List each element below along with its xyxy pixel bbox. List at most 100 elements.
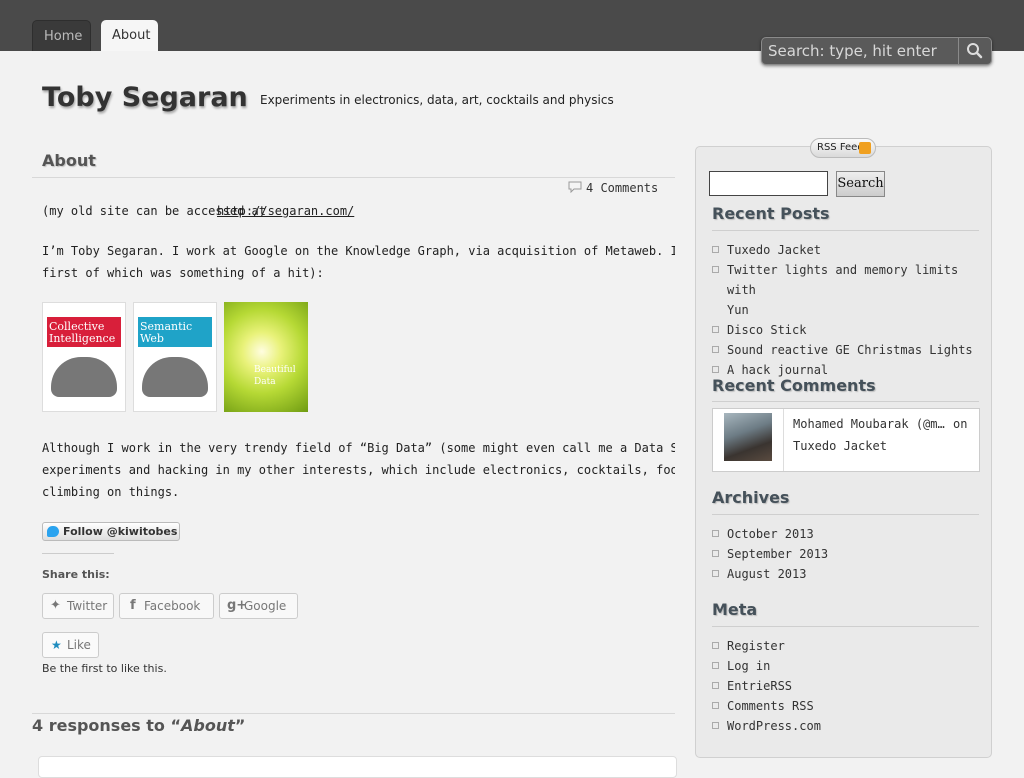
list-bullet xyxy=(712,570,719,577)
avatar[interactable] xyxy=(724,413,772,461)
comment-bubble-icon xyxy=(568,181,582,194)
share-title: Share this: xyxy=(42,568,110,581)
page-title: About xyxy=(42,151,96,170)
header-search-placeholder: Search: type, hit enter xyxy=(768,42,937,60)
responses-post-title: About xyxy=(181,716,235,735)
book-title: Semantic Web xyxy=(140,320,193,345)
comment-author-link[interactable]: Mohamed Moubarak (@m… xyxy=(793,417,945,431)
list-bullet xyxy=(712,702,719,709)
responses-divider xyxy=(32,713,675,714)
archive-label: October 2013 xyxy=(727,527,814,541)
animal-illustration xyxy=(142,357,208,397)
like-note: Be the first to like this. xyxy=(42,662,167,675)
share-twitter-label: Twitter xyxy=(67,599,108,613)
tab-home[interactable]: Home xyxy=(32,20,91,51)
title-divider xyxy=(32,177,675,178)
meta-label: WordPress.com xyxy=(727,719,821,733)
list-bullet xyxy=(712,642,719,649)
site-tagline: Experiments in electronics, data, art, c… xyxy=(260,93,614,107)
recent-post-item[interactable]: Twitter lights and memory limits with xyxy=(712,260,988,300)
archive-label: August 2013 xyxy=(727,567,807,581)
recent-post-item[interactable]: Sound reactive GE Christmas Lights xyxy=(712,340,988,360)
widget-divider xyxy=(712,230,979,231)
body-paragraph-line1: Although I work in the very trendy field… xyxy=(42,441,675,455)
share-twitter-button[interactable]: ✦ Twitter xyxy=(42,593,114,619)
recent-post-label: Twitter lights and memory limits with xyxy=(727,263,959,297)
recent-post-item-continued[interactable]: Yun xyxy=(712,300,988,320)
header-search-button[interactable] xyxy=(958,38,991,64)
comment-post-link[interactable]: Tuxedo Jacket xyxy=(793,439,887,453)
recent-post-label: A hack journal xyxy=(727,363,829,377)
list-bullet xyxy=(712,266,719,273)
share-facebook-label: Facebook xyxy=(144,599,201,613)
twitter-icon: ✦ xyxy=(50,598,61,613)
comment-item xyxy=(38,756,677,778)
recent-comment-text: Mohamed Moubarak (@m… on Tuxedo Jacket xyxy=(793,413,973,457)
meta-item[interactable]: Log in xyxy=(712,656,988,676)
rss-feed-label: RSS Feed xyxy=(817,142,864,153)
meta-item[interactable]: Comments RSS xyxy=(712,696,988,716)
widget-divider xyxy=(712,626,979,627)
meta-label: Register xyxy=(727,639,785,653)
recent-post-label: Disco Stick xyxy=(727,323,807,337)
site-title[interactable]: Toby Segaran xyxy=(42,82,248,113)
share-facebook-button[interactable]: f Facebook xyxy=(119,593,214,619)
body-paragraph-line2: experiments and hacking in my other inte… xyxy=(42,463,675,477)
penguins-illustration xyxy=(51,357,117,397)
archive-item[interactable]: September 2013 xyxy=(712,544,988,564)
book-cover-semantic-web[interactable]: Semantic Web xyxy=(133,302,217,412)
twitter-follow-button[interactable]: Follow @kiwitobes xyxy=(42,522,180,541)
recent-post-item[interactable]: Tuxedo Jacket xyxy=(712,240,988,260)
body-paragraph-line3: climbing on things. xyxy=(42,485,180,499)
widget-divider xyxy=(712,514,979,515)
archives-list: October 2013 September 2013 August 2013 xyxy=(712,524,988,584)
share-google-button[interactable]: g+ Google xyxy=(219,593,298,619)
recent-post-label: Yun xyxy=(727,303,749,317)
list-bullet xyxy=(712,722,719,729)
responses-suffix: ” xyxy=(234,716,246,735)
meta-label: EntrieRSS xyxy=(727,679,793,693)
share-divider xyxy=(42,553,114,554)
book-cover-collective-intelligence[interactable]: Collective Intelligence xyxy=(42,302,126,412)
responses-prefix: 4 responses to “ xyxy=(32,716,181,735)
archives-title: Archives xyxy=(712,488,790,507)
comments-link[interactable]: 4 Comments xyxy=(568,181,658,195)
recent-posts-title: Recent Posts xyxy=(712,204,830,223)
list-bullet xyxy=(712,346,719,353)
recent-post-label: Tuxedo Jacket xyxy=(727,243,821,257)
meta-item[interactable]: EntrieRSS xyxy=(712,676,988,696)
recent-post-label: Sound reactive GE Christmas Lights xyxy=(727,343,973,357)
archive-label: September 2013 xyxy=(727,547,829,561)
meta-title: Meta xyxy=(712,600,758,619)
sidebar-search-input[interactable] xyxy=(709,171,828,196)
sidebar-search-button[interactable]: Search xyxy=(836,171,885,197)
archive-item[interactable]: October 2013 xyxy=(712,524,988,544)
meta-item[interactable]: Register xyxy=(712,636,988,656)
list-bullet xyxy=(712,246,719,253)
meta-list: Register Log in EntrieRSS Comments RSS W… xyxy=(712,636,988,736)
rss-feed-button[interactable]: RSS Feed xyxy=(810,138,876,158)
recent-comment-divider xyxy=(783,409,784,471)
comment-on-label: on xyxy=(953,417,968,431)
old-site-link[interactable]: http://segaran.com/ xyxy=(217,200,354,222)
header-search-field[interactable]: Search: type, hit enter xyxy=(761,37,992,65)
tab-about[interactable]: About xyxy=(101,20,158,51)
rss-icon xyxy=(859,142,871,154)
meta-label: Comments RSS xyxy=(727,699,814,713)
list-bullet xyxy=(712,682,719,689)
archive-item[interactable]: August 2013 xyxy=(712,564,988,584)
meta-item[interactable]: WordPress.com xyxy=(712,716,988,736)
like-button[interactable]: ★ Like xyxy=(42,632,99,658)
list-bullet xyxy=(712,550,719,557)
facebook-icon: f xyxy=(130,598,136,613)
intro-paragraph-line1: I’m Toby Segaran. I work at Google on th… xyxy=(42,244,675,258)
recent-posts-list: Tuxedo Jacket Twitter lights and memory … xyxy=(712,240,988,380)
list-bullet xyxy=(712,326,719,333)
widget-divider xyxy=(712,401,979,402)
search-icon xyxy=(967,43,983,59)
book-cover-beautiful-data[interactable]: Beautiful Data xyxy=(224,302,308,412)
list-bullet xyxy=(712,662,719,669)
share-google-label: Google xyxy=(244,599,287,613)
recent-post-item[interactable]: Disco Stick xyxy=(712,320,988,340)
twitter-bird-icon xyxy=(47,526,59,537)
